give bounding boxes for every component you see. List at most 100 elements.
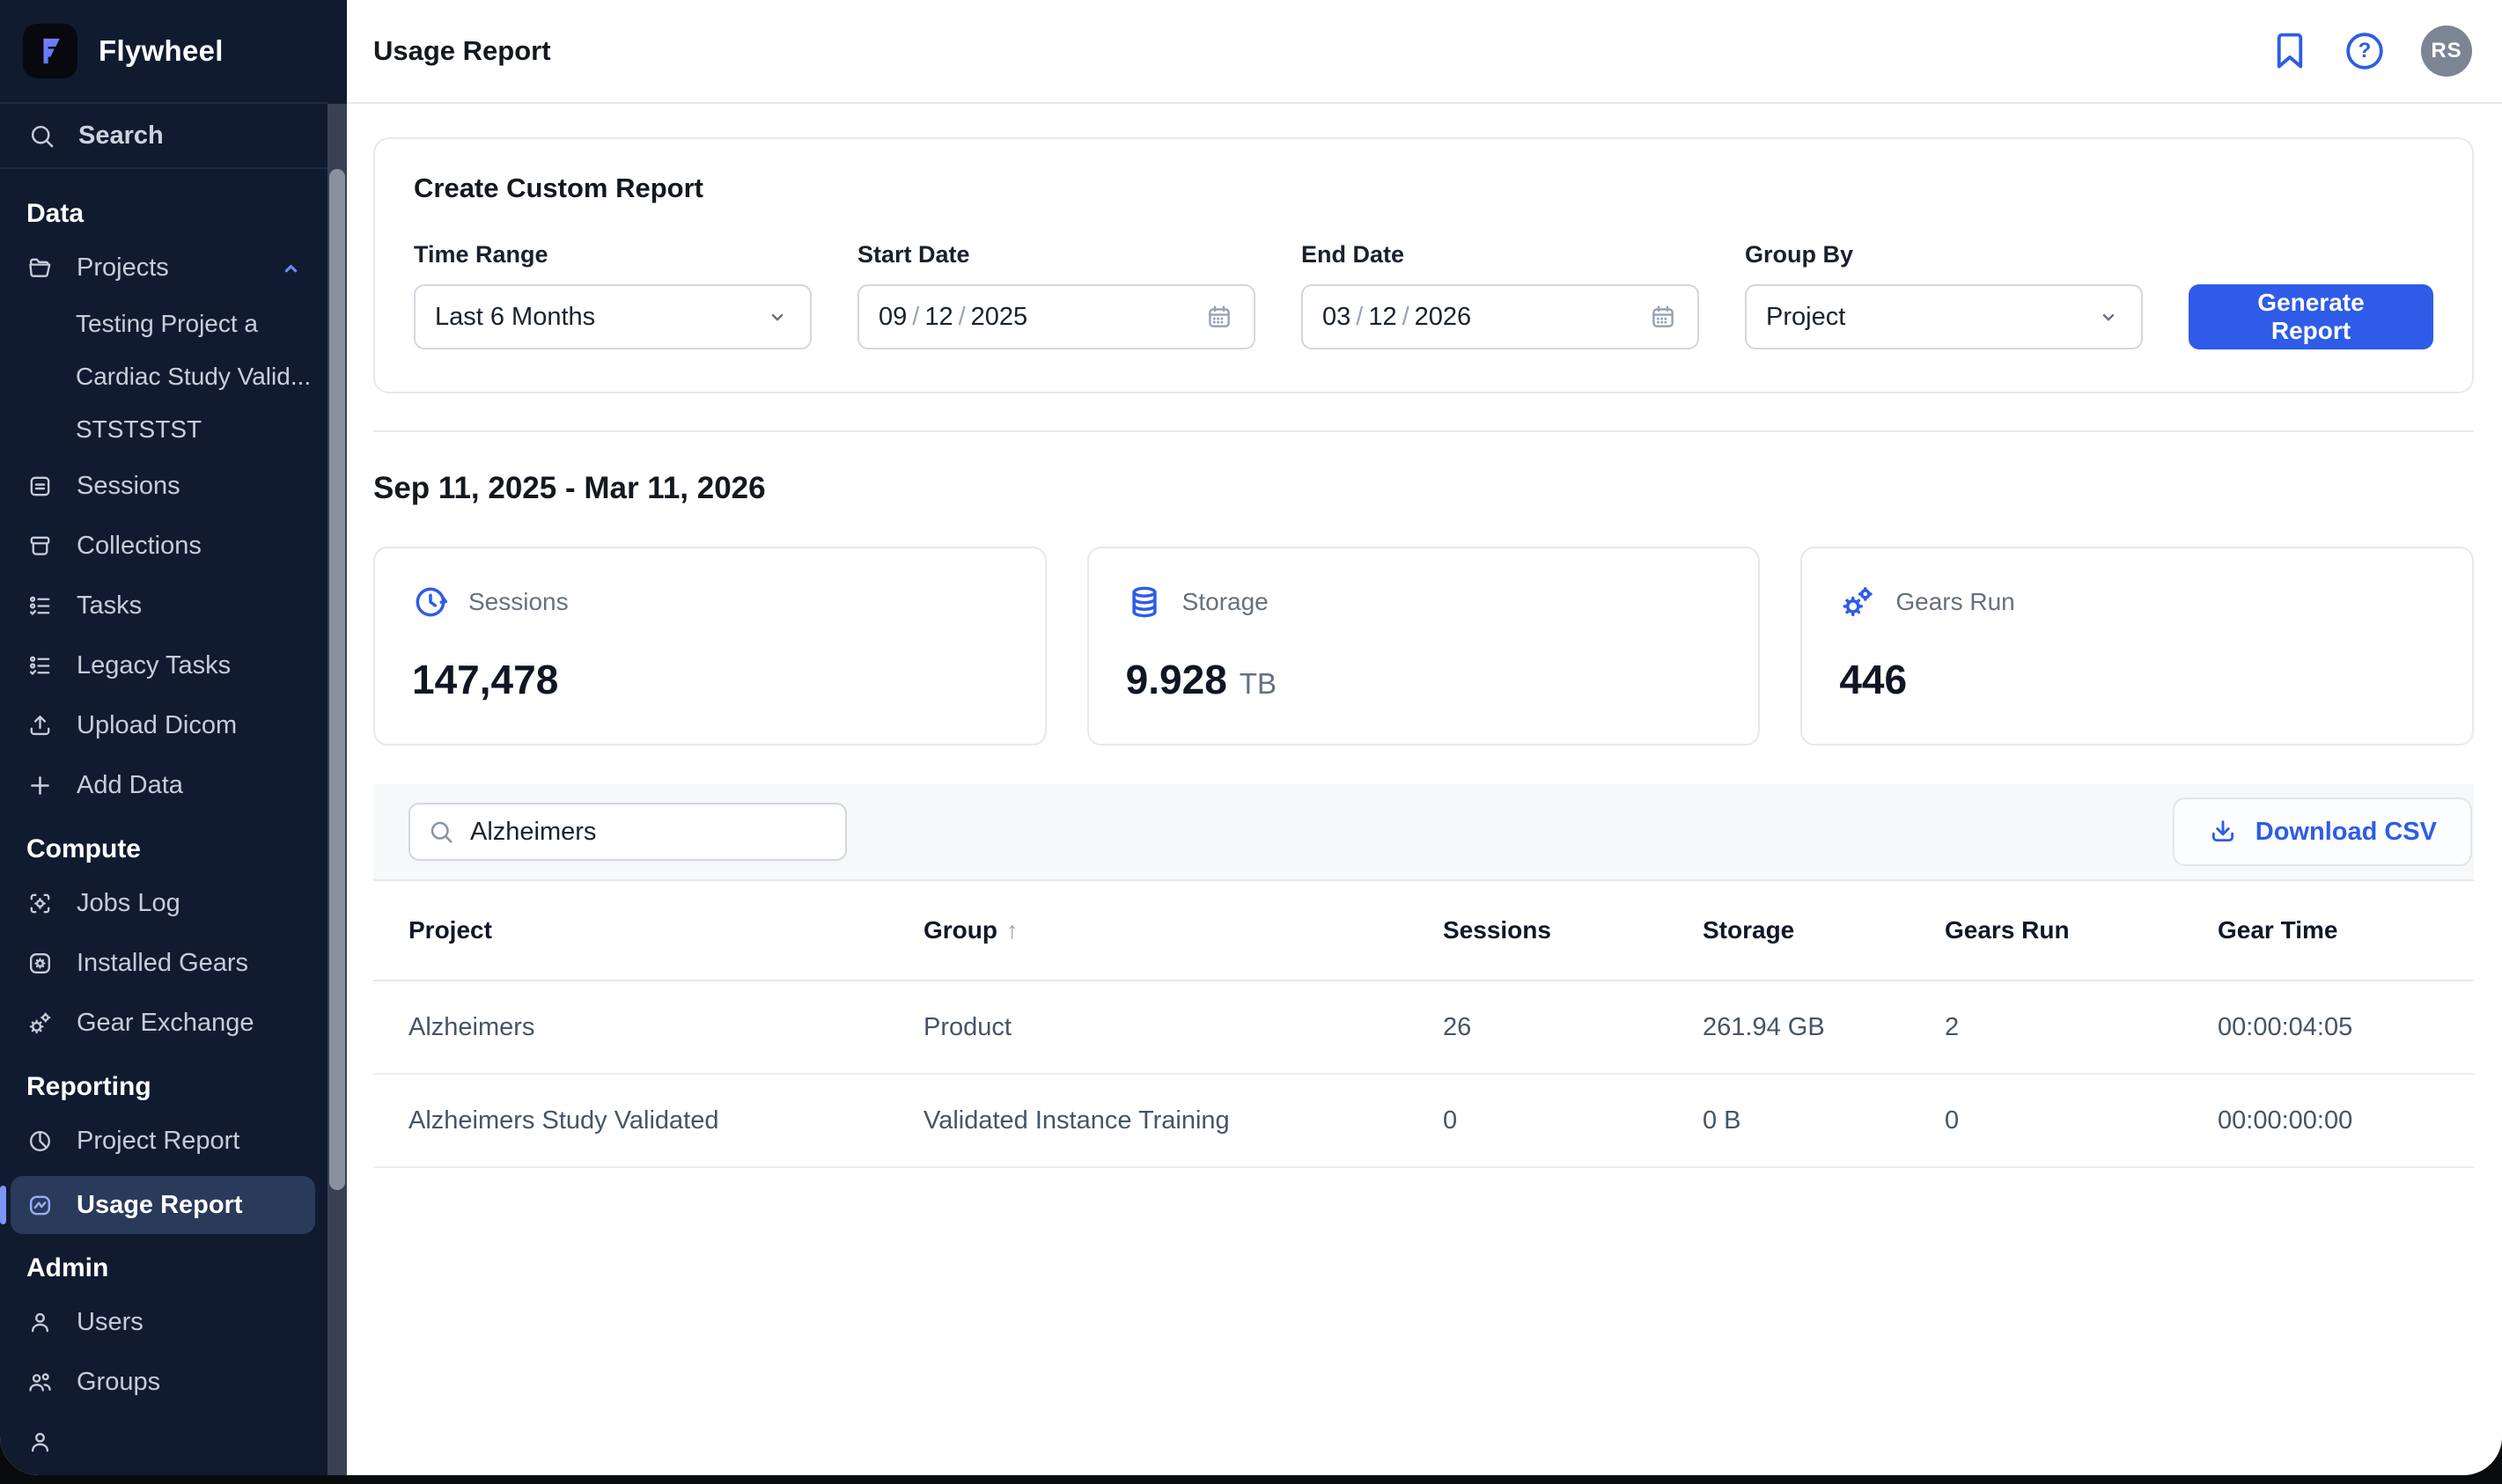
sidebar-section-reporting: Reporting bbox=[0, 1072, 327, 1102]
content: Create Custom Report Time Range Last 6 M… bbox=[347, 104, 2502, 1475]
cell-group: Product bbox=[924, 1013, 1443, 1042]
cell-gear-time: 00:00:00:00 bbox=[2218, 1106, 2439, 1135]
end-date-input[interactable]: 03/12/2026 bbox=[1301, 284, 1699, 349]
date-range-heading: Sep 11, 2025 - Mar 11, 2026 bbox=[373, 471, 2474, 506]
cell-project: Alzheimers Study Validated bbox=[408, 1106, 924, 1135]
help-button[interactable]: ? bbox=[2344, 30, 2386, 72]
avatar[interactable]: RS bbox=[2421, 26, 2472, 77]
sidebar-item-groups[interactable]: Groups bbox=[0, 1352, 327, 1412]
stat-unit: TB bbox=[1240, 667, 1277, 701]
calendar-icon[interactable] bbox=[1204, 302, 1234, 332]
users-group-icon bbox=[26, 1369, 54, 1396]
top-bar: Usage Report ? RS bbox=[347, 0, 2502, 104]
sidebar-item-legacy-tasks[interactable]: Legacy Tasks bbox=[0, 635, 327, 695]
sidebar-item-installed-gears[interactable]: Installed Gears bbox=[0, 933, 327, 993]
app-title: Flywheel bbox=[99, 34, 224, 68]
sidebar-item-stststst[interactable]: STSTSTST bbox=[0, 403, 327, 456]
sessions-stat-card: Sessions 147,478 bbox=[373, 547, 1047, 746]
time-range-select[interactable]: Last 6 Months bbox=[414, 284, 812, 349]
sidebar-item-tasks[interactable]: Tasks bbox=[0, 576, 327, 635]
sessions-icon bbox=[26, 473, 54, 500]
bookmark-button[interactable] bbox=[2271, 31, 2308, 71]
pie-chart-icon bbox=[26, 1128, 54, 1155]
sidebar-item-partial[interactable] bbox=[0, 1412, 327, 1472]
start-date-input[interactable]: 09/12/2025 bbox=[857, 284, 1255, 349]
sidebar-item-jobs-log[interactable]: Jobs Log bbox=[0, 873, 327, 933]
download-csv-button[interactable]: Download CSV bbox=[2173, 797, 2472, 866]
sidebar-item-project-report[interactable]: Project Report bbox=[0, 1111, 327, 1171]
svg-text:?: ? bbox=[2359, 39, 2372, 62]
table-toolbar: Download CSV bbox=[373, 784, 2474, 881]
gears-run-stat-card: Gears Run 446 bbox=[1800, 547, 2474, 746]
sidebar-item-usage-report[interactable]: Usage Report bbox=[11, 1176, 315, 1234]
gears-icon bbox=[1839, 584, 1876, 621]
sidebar-item-users[interactable]: Users bbox=[0, 1292, 327, 1352]
bookmark-icon bbox=[2271, 31, 2308, 71]
sidebar-item-upload-dicom[interactable]: Upload Dicom bbox=[0, 695, 327, 755]
start-date-label: Start Date bbox=[857, 241, 1255, 268]
search-input[interactable] bbox=[470, 818, 828, 847]
sidebar-section-data: Data bbox=[0, 199, 327, 229]
group-by-select[interactable]: Project bbox=[1745, 284, 2143, 349]
column-header-project[interactable]: Project bbox=[408, 916, 924, 944]
sidebar-scrollbar-thumb[interactable] bbox=[329, 169, 345, 1190]
table-header-row: Project Group ↑ Sessions Storage Gears R… bbox=[373, 881, 2474, 981]
sidebar-item-add-data[interactable]: Add Data bbox=[0, 755, 327, 815]
plus-icon bbox=[26, 772, 54, 799]
column-header-group[interactable]: Group ↑ bbox=[924, 916, 1443, 944]
time-range-field: Time Range Last 6 Months bbox=[414, 241, 812, 349]
column-header-sessions[interactable]: Sessions bbox=[1443, 916, 1703, 944]
search-icon bbox=[28, 122, 55, 150]
cell-project: Alzheimers bbox=[408, 1013, 924, 1042]
group-by-label: Group By bbox=[1745, 241, 2143, 268]
column-header-gear-time[interactable]: Gear Time bbox=[2218, 916, 2439, 944]
sidebar-item-sessions[interactable]: Sessions bbox=[0, 456, 327, 516]
sidebar: Flywheel Search Data Projects Testing Pr… bbox=[0, 0, 347, 1475]
installed-gears-icon bbox=[26, 950, 54, 977]
stat-label: Storage bbox=[1182, 588, 1269, 616]
user-icon bbox=[26, 1309, 54, 1336]
app-window: Flywheel Search Data Projects Testing Pr… bbox=[0, 0, 2502, 1475]
stat-value: 147,478 bbox=[412, 656, 558, 703]
sidebar-item-collections[interactable]: Collections bbox=[0, 516, 327, 576]
cell-storage: 0 B bbox=[1703, 1106, 1945, 1135]
sidebar-section-admin: Admin bbox=[0, 1253, 327, 1283]
generate-report-button[interactable]: Generate Report bbox=[2189, 284, 2433, 349]
download-icon bbox=[2208, 817, 2238, 847]
table-row: Alzheimers Product 26 261.94 GB 2 00:00:… bbox=[373, 981, 2474, 1075]
tasks-icon bbox=[26, 592, 54, 620]
time-range-label: Time Range bbox=[414, 241, 812, 268]
stat-label: Sessions bbox=[468, 588, 569, 616]
table-search[interactable] bbox=[408, 803, 847, 861]
sidebar-item-testing-project[interactable]: Testing Project a bbox=[0, 298, 327, 350]
stats-row: Sessions 147,478 Storage 9.928 TB bbox=[373, 547, 2474, 746]
chevron-down-icon bbox=[764, 304, 791, 330]
sidebar-item-gear-exchange[interactable]: Gear Exchange bbox=[0, 993, 327, 1053]
sidebar-item-search[interactable]: Search bbox=[0, 104, 327, 169]
chevron-down-icon bbox=[2095, 304, 2122, 330]
gear-exchange-icon bbox=[26, 1010, 54, 1037]
sort-asc-icon: ↑ bbox=[1006, 917, 1019, 944]
jobs-log-icon bbox=[26, 890, 54, 917]
cell-gear-time: 00:00:04:05 bbox=[2218, 1013, 2439, 1042]
table-row: Alzheimers Study Validated Validated Ins… bbox=[373, 1075, 2474, 1168]
cell-sessions: 0 bbox=[1443, 1106, 1703, 1135]
page-title: Usage Report bbox=[373, 35, 551, 67]
create-report-card: Create Custom Report Time Range Last 6 M… bbox=[373, 137, 2474, 393]
sidebar-item-cardiac-study[interactable]: Cardiac Study Valid... bbox=[0, 350, 327, 403]
usage-report-icon bbox=[26, 1192, 54, 1219]
cell-gears-run: 0 bbox=[1945, 1106, 2218, 1135]
end-date-label: End Date bbox=[1301, 241, 1699, 268]
main-area: Usage Report ? RS Create Custom Report T… bbox=[347, 0, 2502, 1475]
create-report-title: Create Custom Report bbox=[414, 173, 2433, 204]
folder-icon bbox=[26, 254, 54, 282]
chevron-up-icon bbox=[277, 254, 305, 282]
logo-row: Flywheel bbox=[0, 0, 327, 104]
column-header-storage[interactable]: Storage bbox=[1703, 916, 1945, 944]
collections-icon bbox=[26, 533, 54, 560]
column-header-gears-run[interactable]: Gears Run bbox=[1945, 916, 2218, 944]
calendar-icon[interactable] bbox=[1648, 302, 1678, 332]
stat-value: 446 bbox=[1839, 656, 1907, 703]
cell-storage: 261.94 GB bbox=[1703, 1013, 1945, 1042]
sidebar-item-projects[interactable]: Projects bbox=[0, 238, 327, 298]
